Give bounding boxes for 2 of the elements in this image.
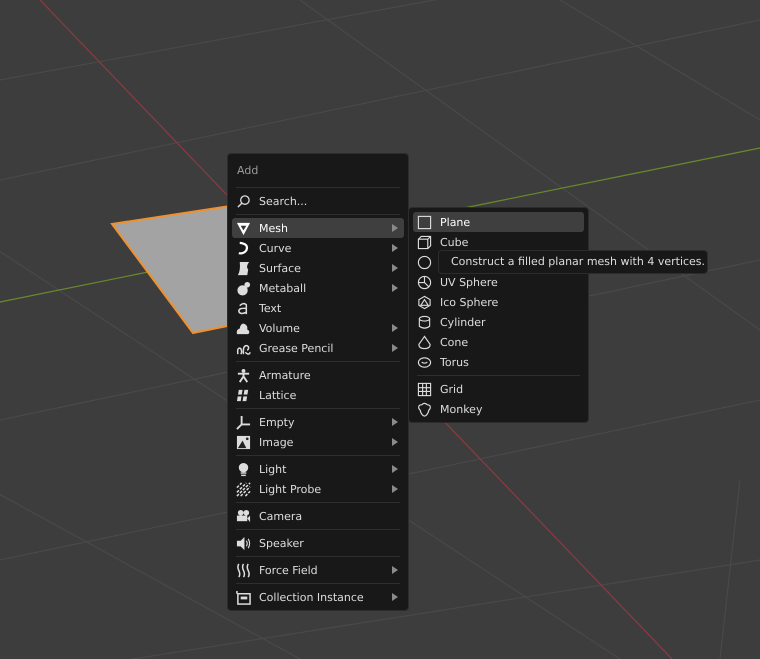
menu-title: Add	[236, 163, 260, 179]
tooltip: Construct a filled planar mesh with 4 vertices.	[438, 250, 708, 274]
